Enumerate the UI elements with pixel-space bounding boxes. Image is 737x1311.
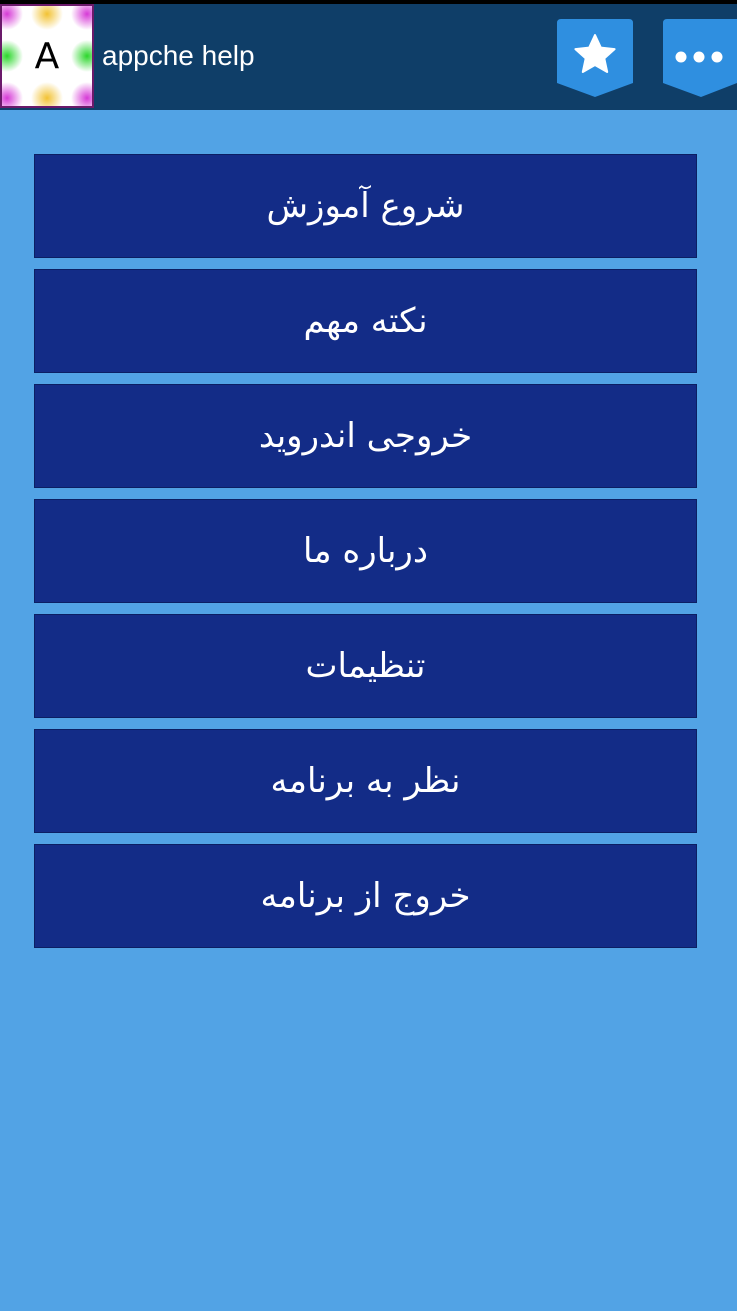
menu-item-exit-app[interactable]: خروج از برنامه [34, 844, 697, 948]
menu-item-label: تنظیمات [305, 646, 426, 686]
menu-item-rate-app[interactable]: نظر به برنامه [34, 729, 697, 833]
logo-letter: A [34, 35, 60, 77]
menu-item-label: نظر به برنامه [270, 761, 461, 801]
app-title: appche help [102, 40, 255, 71]
menu-item-label: درباره ما [303, 531, 428, 571]
more-options-button[interactable] [661, 17, 737, 99]
main-menu: شروع آموزش نکته مهم خروجی اندروید درباره… [34, 154, 697, 959]
app-logo: A [0, 4, 94, 108]
menu-item-label: نکته مهم [303, 301, 428, 341]
menu-item-about-us[interactable]: درباره ما [34, 499, 697, 603]
menu-item-label: خروج از برنامه [260, 876, 471, 916]
star-icon [557, 19, 633, 97]
more-dots-icon [663, 19, 737, 97]
menu-item-settings[interactable]: تنظیمات [34, 614, 697, 718]
menu-item-label: شروع آموزش [266, 186, 465, 226]
favorite-button[interactable] [555, 17, 635, 99]
menu-item-start-tutorial[interactable]: شروع آموزش [34, 154, 697, 258]
menu-item-label: خروجی اندروید [258, 416, 473, 456]
menu-item-important-note[interactable]: نکته مهم [34, 269, 697, 373]
menu-item-android-output[interactable]: خروجی اندروید [34, 384, 697, 488]
